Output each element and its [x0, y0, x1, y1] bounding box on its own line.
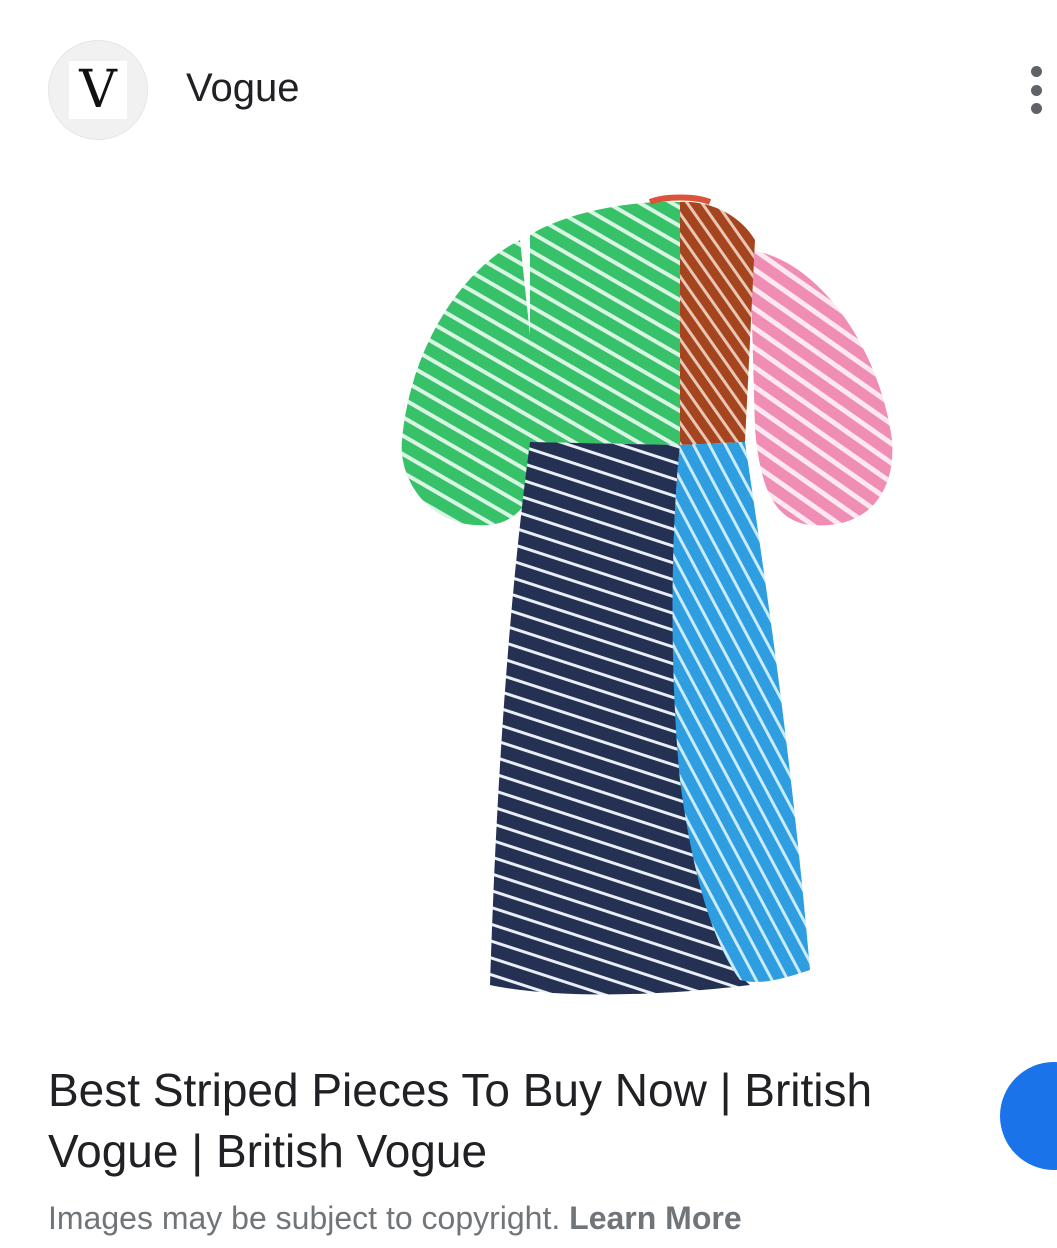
more-vertical-icon-dot: [1030, 103, 1042, 114]
more-vertical-icon-dot: [1030, 84, 1042, 96]
copyright-notice: Images may be subject to copyright. Lear…: [48, 1198, 742, 1238]
more-options-button[interactable]: [1018, 62, 1054, 118]
vogue-logo-letter: V: [69, 61, 127, 119]
image-result-card: V Vogue Best Striped Pieces To Buy Now |…: [0, 0, 1057, 1248]
more-vertical-icon: [1030, 66, 1042, 77]
result-title[interactable]: Best Striped Pieces To Buy Now | British…: [48, 1060, 978, 1182]
dress-image[interactable]: [380, 180, 920, 1020]
learn-more-link[interactable]: Learn More: [569, 1200, 741, 1236]
source-logo[interactable]: V: [48, 40, 148, 140]
source-name[interactable]: Vogue: [186, 64, 299, 112]
copyright-text: Images may be subject to copyright.: [48, 1200, 561, 1236]
visit-button[interactable]: [1000, 1062, 1057, 1170]
